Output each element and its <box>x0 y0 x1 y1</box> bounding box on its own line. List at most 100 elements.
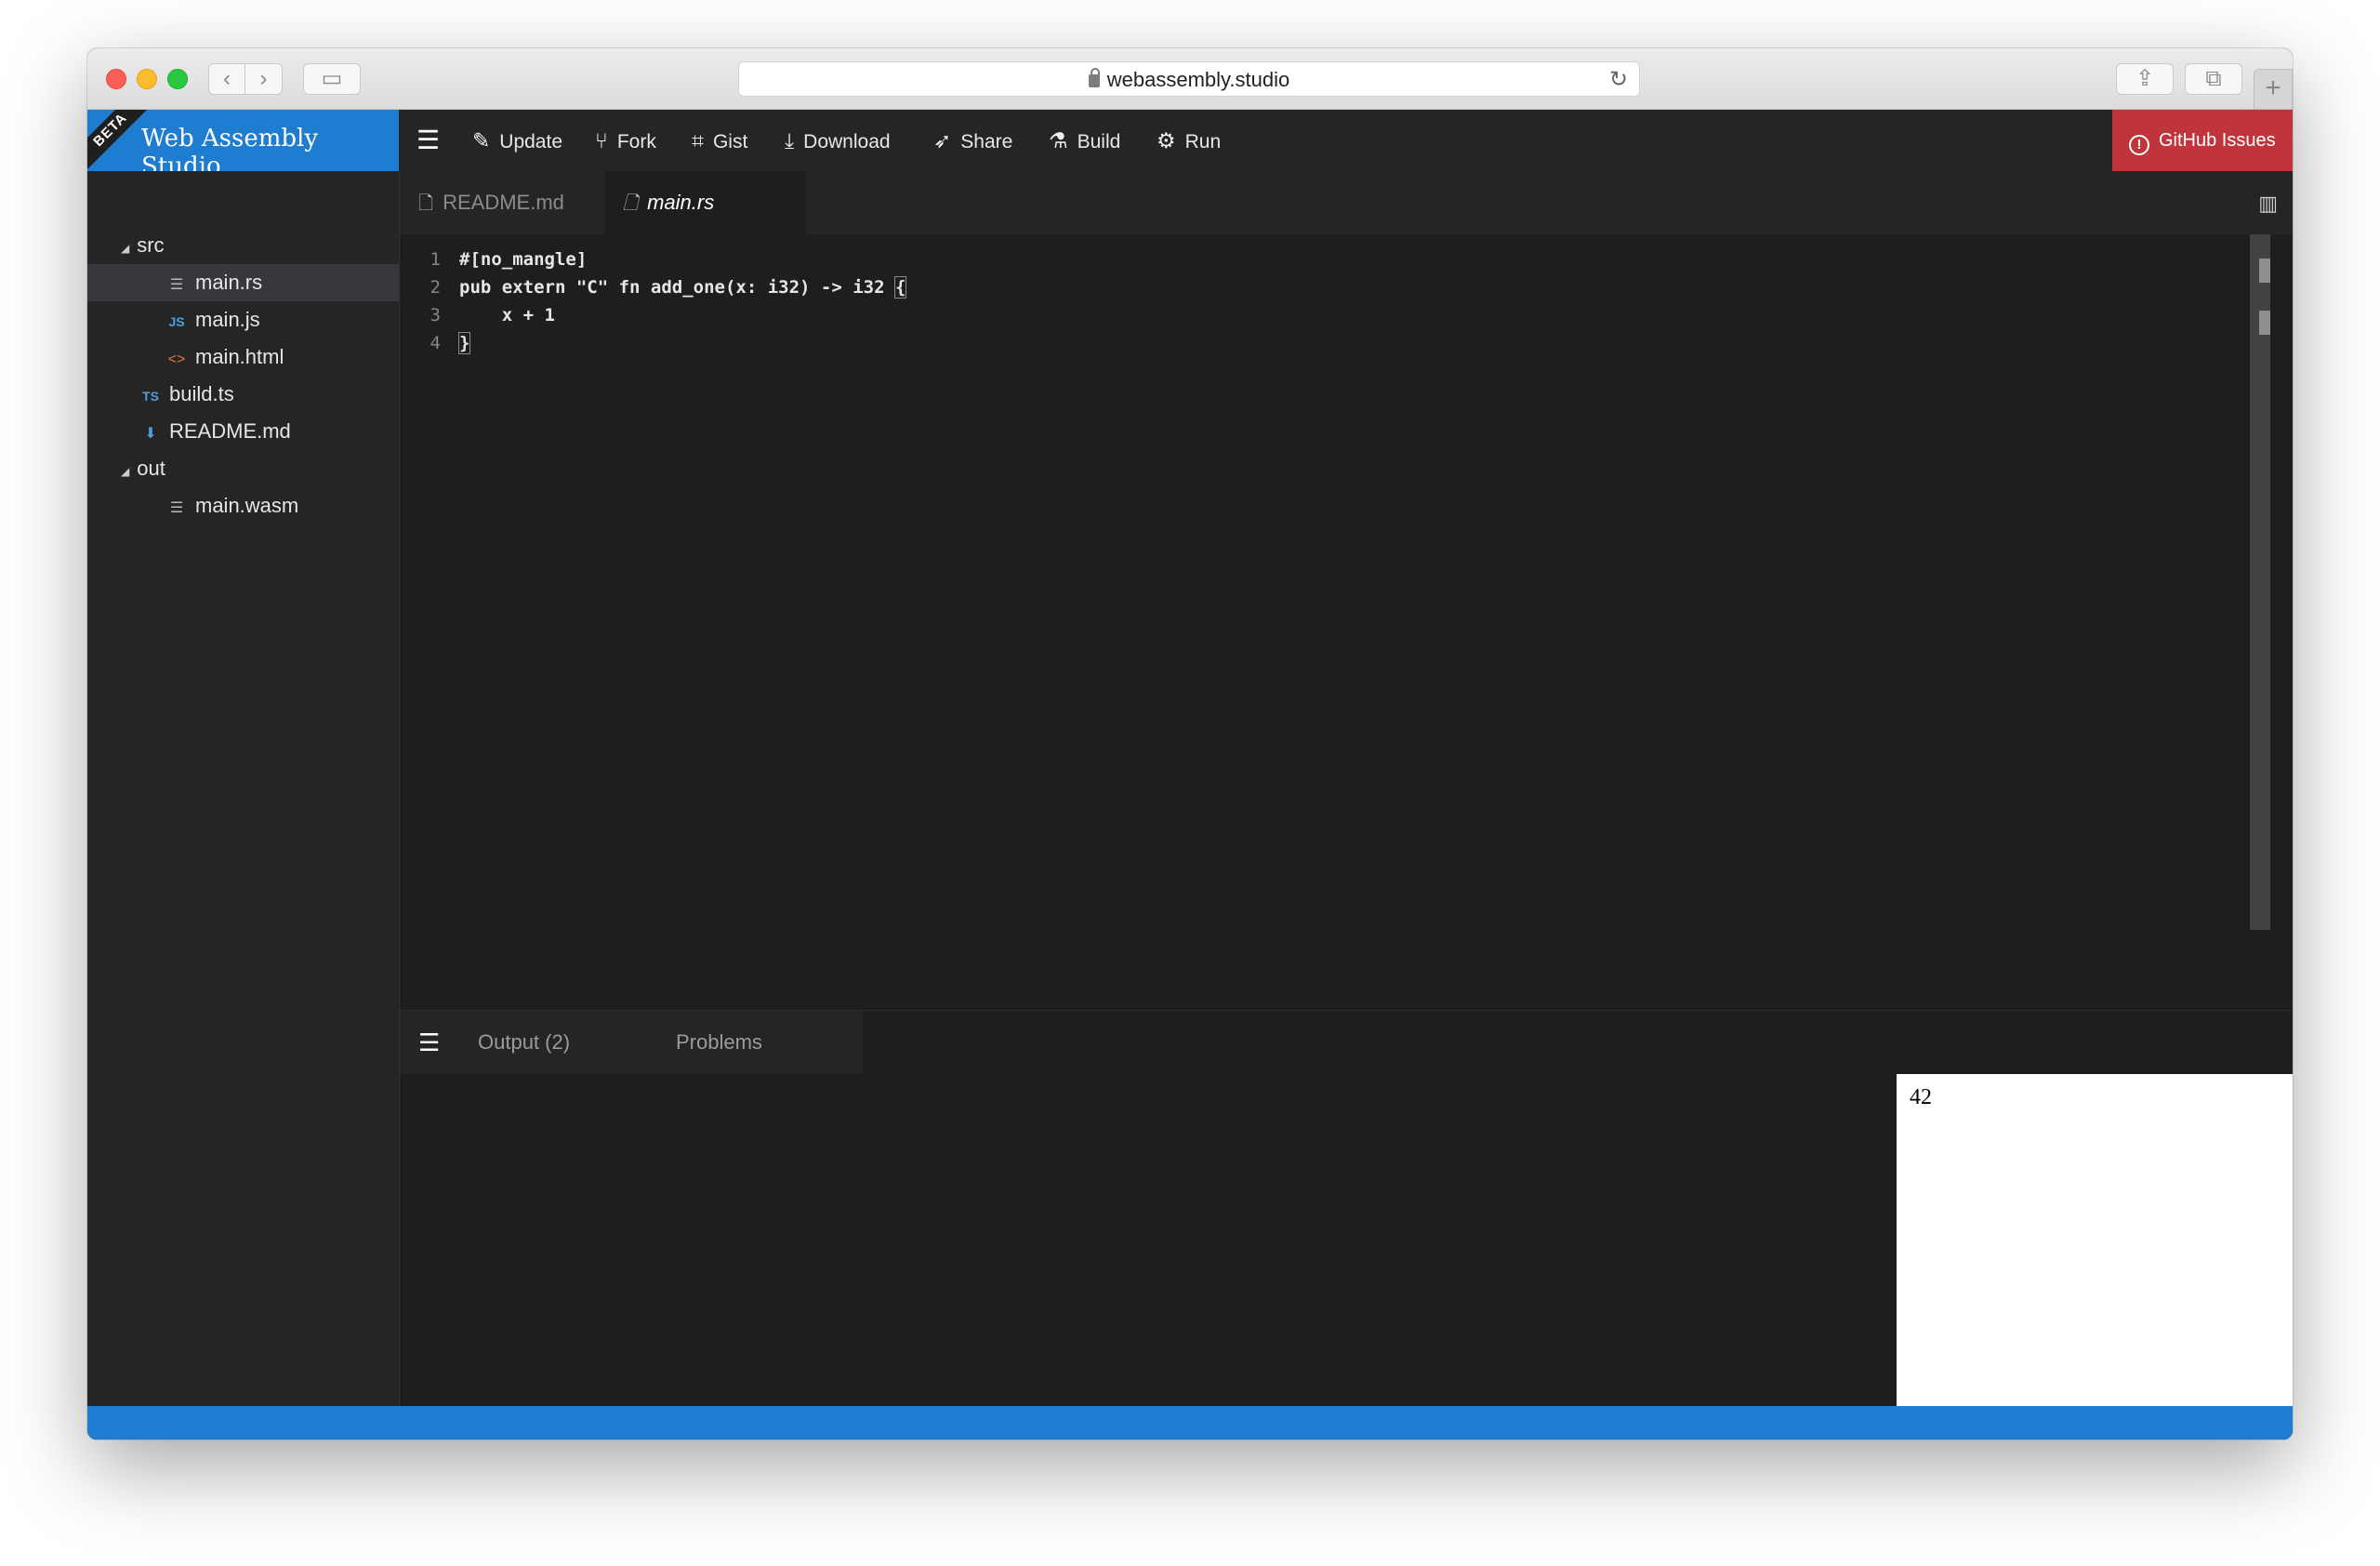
forward-button[interactable]: › <box>245 63 283 95</box>
file-explorer: ◢ src ☰ main.rs JS main.js <> main.html TS bu… <box>87 171 400 1417</box>
tab-readme-md[interactable]: 🗋 README.md <box>400 171 604 234</box>
fork-label: Fork <box>616 131 656 153</box>
gist-label: Gist <box>712 131 748 153</box>
tree-label: main.rs <box>195 271 263 294</box>
minimize-window-button[interactable] <box>137 69 157 89</box>
gist-button[interactable]: ⌗ Gist <box>692 110 747 171</box>
browser-window: ‹ › ▭ webassembly.studio ↻ ⇪ ⧉ + BETA We… <box>87 48 2293 1440</box>
split-editor-icon[interactable]: ▥ <box>2258 192 2278 216</box>
zoom-window-button[interactable] <box>167 69 188 89</box>
update-button[interactable]: ✎ Update <box>472 110 562 171</box>
panel-tabbar: ☰ Output (2) Problems <box>400 1011 863 1074</box>
caret-down-icon: ◢ <box>121 465 130 478</box>
tree-label: src <box>137 233 165 257</box>
editor-tabbar: 🗋 README.md 🗋 main.rs ▥ <box>400 171 2293 234</box>
code-line: 3 x + 1 <box>400 301 555 329</box>
tree-file-main-js[interactable]: JS main.js <box>87 301 400 338</box>
run-label: Run <box>1184 131 1222 153</box>
open-brace: { <box>893 276 907 299</box>
brand-name: Web Assembly Studio <box>141 125 319 171</box>
close-brace: } <box>457 332 471 354</box>
output-preview: 42 <box>1897 1074 2293 1418</box>
panel-menu-icon[interactable]: ☰ <box>418 1011 440 1074</box>
app-toolbar: BETA Web Assembly Studio ☰ ✎ Update ⑂ Fork… <box>87 110 2293 171</box>
tree-label: out <box>137 457 165 480</box>
lock-icon <box>1088 68 1100 87</box>
share-button[interactable]: ➶ Share <box>933 110 1012 171</box>
tree-file-main-html[interactable]: <> main.html <box>87 338 400 376</box>
flask-icon: ⚗ <box>1049 128 1068 153</box>
tab-label: main.rs <box>647 191 715 214</box>
bottom-panel: ☰ Output (2) Problems 42 <box>400 1010 2293 1418</box>
line-text: #[no_mangle] <box>459 249 588 270</box>
share-browser-button[interactable]: ⇪ <box>2116 63 2174 95</box>
build-label: Build <box>1077 131 1121 153</box>
sidebar-icon: ▭ <box>321 66 343 91</box>
fork-button[interactable]: ⑂ Fork <box>595 110 656 171</box>
preview-result: 42 <box>1910 1085 1932 1109</box>
editor-scrollbar[interactable] <box>2250 234 2270 930</box>
share-icon: ⇪ <box>2135 66 2155 91</box>
run-button[interactable]: ⚙ Run <box>1157 110 1221 171</box>
code-editor[interactable]: 1 #[no_mangle] 2 pub extern "C" fn add_one… <box>400 234 2293 1010</box>
address-bar[interactable]: webassembly.studio ↻ <box>738 61 1640 97</box>
html-file-icon: <> <box>167 352 186 367</box>
tree-label: main.wasm <box>195 494 299 517</box>
line-text: pub extern "C" fn add_one(x: i32) -> i32 <box>459 277 895 298</box>
gist-icon: ⌗ <box>692 128 704 153</box>
back-button[interactable]: ‹ <box>208 63 245 95</box>
address-url: webassembly.studio <box>1106 68 1290 91</box>
tab-main-rs[interactable]: 🗋 main.rs <box>604 171 805 234</box>
tab-output[interactable]: Output (2) <box>478 1011 570 1074</box>
download-label: Download <box>803 131 891 153</box>
plus-icon: + <box>2265 73 2281 103</box>
sidebar-toggle-button[interactable]: ▭ <box>303 63 361 95</box>
brand-logo[interactable]: BETA Web Assembly Studio <box>87 110 399 171</box>
fork-icon: ⑂ <box>595 128 608 153</box>
markdown-file-icon: ⬇ <box>144 426 157 442</box>
tree-label: main.html <box>195 345 284 368</box>
line-text: x + 1 <box>459 305 555 325</box>
web-assembly-studio-app: BETA Web Assembly Studio ☰ ✎ Update ⑂ Fork… <box>87 110 2293 1440</box>
file-icon: 🗋 <box>418 193 434 214</box>
show-tabs-button[interactable]: ⧉ <box>2185 63 2242 95</box>
tree-label: README.md <box>169 419 291 443</box>
pencil-icon: ✎ <box>472 128 491 153</box>
tabs-icon: ⧉ <box>2205 66 2222 91</box>
chevron-left-icon: ‹ <box>223 66 231 91</box>
tree-label: build.ts <box>169 382 234 405</box>
build-button[interactable]: ⚗ Build <box>1049 110 1120 171</box>
github-issues-label: GitHub Issues <box>2159 130 2276 151</box>
download-icon: ⤓ <box>785 128 795 153</box>
tree-folder-out[interactable]: ◢ out <box>87 450 400 487</box>
line-number: 2 <box>430 277 441 298</box>
rocket-icon: ➶ <box>933 128 952 153</box>
typescript-file-icon: TS <box>142 389 159 404</box>
hamburger-menu-icon[interactable]: ☰ <box>416 110 440 171</box>
github-issues-button[interactable]: ! GitHub Issues <box>2112 110 2293 171</box>
text-file-icon: ☰ <box>169 500 184 516</box>
tree-file-build-ts[interactable]: TS build.ts <box>87 376 400 413</box>
text-file-icon: ☰ <box>169 277 184 293</box>
close-window-button[interactable] <box>106 69 126 89</box>
tree-folder-src[interactable]: ◢ src <box>87 227 400 264</box>
status-bar <box>87 1406 2293 1440</box>
tree-file-main-rs[interactable]: ☰ main.rs <box>87 264 400 301</box>
line-number: 1 <box>430 249 441 270</box>
tree-file-readme[interactable]: ⬇ README.md <box>87 413 400 450</box>
share-label: Share <box>960 131 1013 153</box>
scrollbar-marker <box>2259 311 2270 335</box>
code-line: 2 pub extern "C" fn add_one(x: i32) -> i3… <box>400 273 907 301</box>
tree-file-main-wasm[interactable]: ☰ main.wasm <box>87 487 400 524</box>
download-button[interactable]: ⤓ Download <box>785 110 891 171</box>
reload-icon[interactable]: ↻ <box>1609 62 1628 98</box>
code-line: 4} <box>400 329 471 357</box>
file-icon: 🗋 <box>623 193 639 214</box>
line-number: 3 <box>430 305 441 325</box>
scrollbar-marker <box>2259 259 2270 283</box>
new-tab-button[interactable]: + <box>2254 69 2293 110</box>
tab-problems[interactable]: Problems <box>676 1011 762 1074</box>
tree-label: main.js <box>195 308 260 331</box>
alert-circle-icon: ! <box>2129 135 2149 155</box>
code-line: 1 #[no_mangle] <box>400 246 588 273</box>
